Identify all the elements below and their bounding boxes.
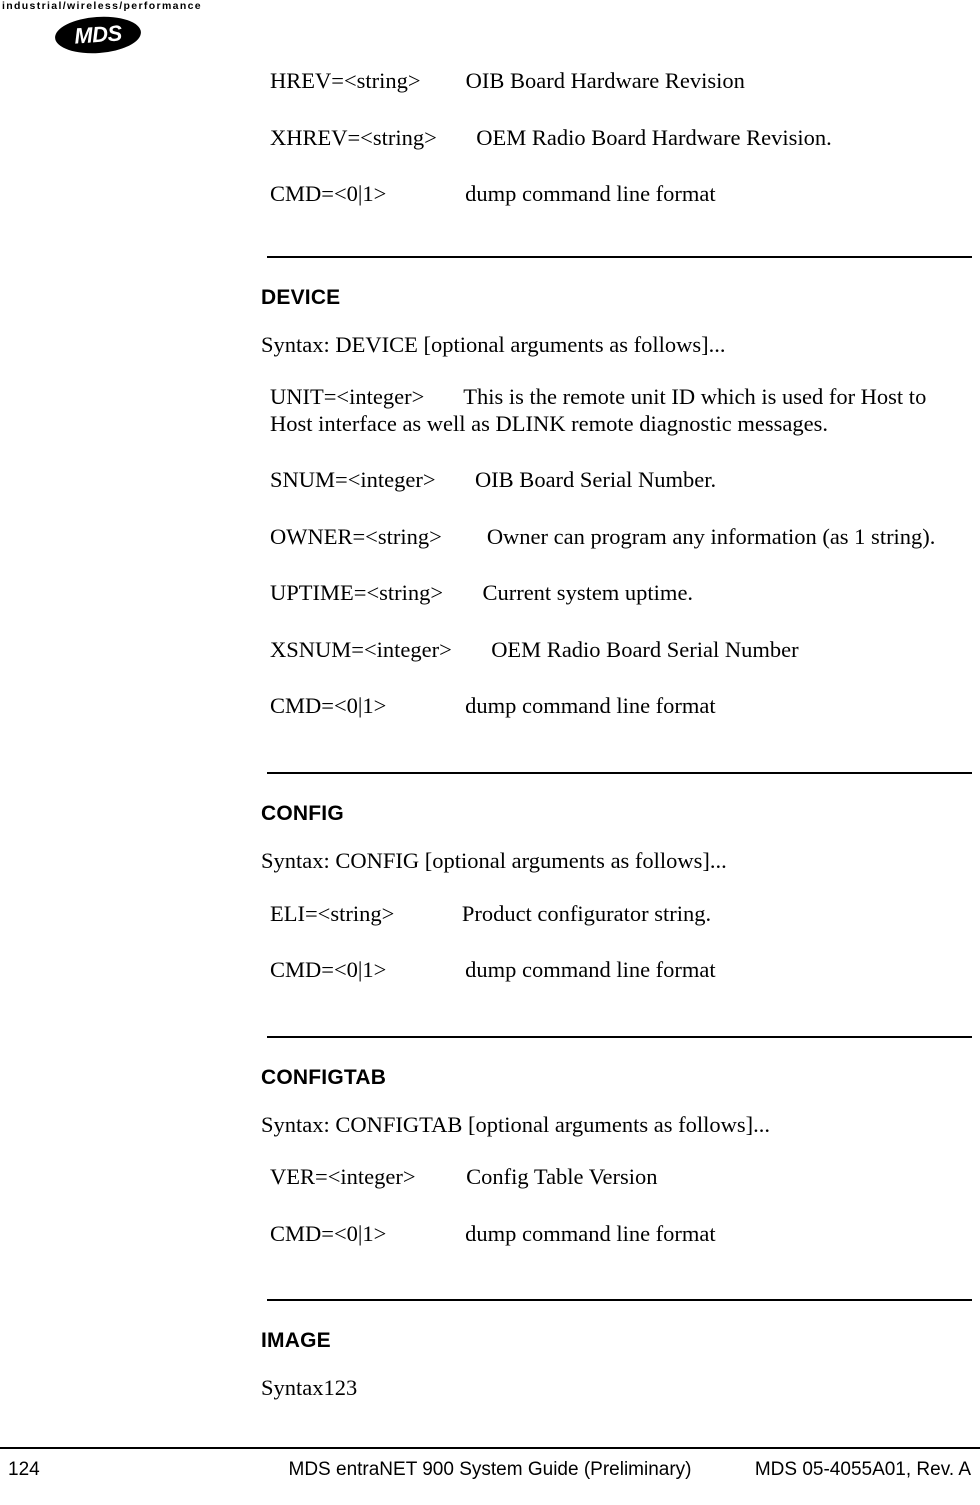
argument-line: UPTIME=<string> Current system uptime. <box>261 580 973 607</box>
section-heading: DEVICE <box>261 285 341 309</box>
page-header: industrial/wireless/performance MDS <box>0 0 250 60</box>
argument-description: Current system uptime. <box>482 580 694 606</box>
argument-description: OIB Board Hardware Revision <box>465 68 745 93</box>
argument-name: VER=<integer> <box>270 1164 416 1190</box>
page-content: HREV=<string> OIB Board Hardware Revisio… <box>261 0 973 1428</box>
argument-spacer <box>421 68 466 93</box>
argument-line: CMD=<0|1> dump command line format <box>261 181 973 208</box>
argument-description: dump command line format <box>465 1220 716 1246</box>
argument-name: SNUM=<integer> <box>270 467 436 493</box>
argument-name: CMD=<0|1> <box>270 181 387 207</box>
argument-spacer <box>386 693 465 718</box>
logo-text: MDS <box>73 20 123 49</box>
footer-document-number: MDS 05-4055A01, Rev. A <box>754 1459 971 1480</box>
argument-description: dump command line format <box>465 181 716 207</box>
argument-line: SNUM=<integer> OIB Board Serial Number. <box>261 467 973 494</box>
section-heading: CONFIG <box>261 802 344 826</box>
section-divider <box>267 1299 972 1302</box>
argument-line: UNIT=<integer> This is the remote unit I… <box>261 384 973 437</box>
argument-line: XSNUM=<integer> OEM Radio Board Serial N… <box>261 637 973 664</box>
syntax-line: Syntax: CONFIG [optional arguments as fo… <box>261 848 727 874</box>
argument-spacer <box>436 467 475 492</box>
argument-description: dump command line format <box>465 693 716 719</box>
argument-name: UNIT=<integer> <box>270 384 425 410</box>
argument-description: OEM Radio Board Hardware Revision. <box>476 124 832 150</box>
section-divider <box>267 772 972 775</box>
argument-line: HREV=<string> OIB Board Hardware Revisio… <box>261 68 973 95</box>
argument-name: CMD=<0|1> <box>270 693 387 719</box>
syntax-line: Syntax: DEVICE [optional arguments as fo… <box>261 331 726 357</box>
argument-name: XHREV=<string> <box>270 124 437 150</box>
section-divider <box>267 255 972 258</box>
argument-spacer <box>386 181 465 206</box>
footer-row: 124 MDS entraNET 900 System Guide (Preli… <box>0 1459 980 1493</box>
mds-logo: MDS <box>53 14 143 56</box>
section-divider <box>267 1035 972 1038</box>
section-heading: IMAGE <box>261 1329 331 1353</box>
argument-description: Product configurator string. <box>461 900 712 926</box>
argument-spacer <box>416 1164 467 1189</box>
argument-name: UPTIME=<string> <box>270 580 444 606</box>
argument-description: Owner can program any information (as 1 … <box>486 523 936 549</box>
argument-spacer <box>452 637 491 662</box>
argument-description: Config Table Version <box>466 1164 658 1190</box>
argument-name: HREV=<string> <box>270 68 421 93</box>
argument-spacer <box>424 384 463 409</box>
argument-name: CMD=<0|1> <box>270 957 387 983</box>
argument-description: OEM Radio Board Serial Number <box>491 636 799 662</box>
section-heading: CONFIGTAB <box>261 1065 387 1089</box>
argument-spacer <box>386 1221 465 1246</box>
argument-name: ELI=<string> <box>270 900 395 926</box>
argument-line: XHREV=<string> OEM Radio Board Hardware … <box>261 125 973 152</box>
argument-description: OIB Board Serial Number. <box>474 467 717 493</box>
argument-line: OWNER=<string> Owner can program any inf… <box>261 524 973 551</box>
argument-spacer <box>443 580 482 605</box>
argument-line: ELI=<string> Product configurator string… <box>261 901 973 928</box>
argument-spacer <box>442 524 487 549</box>
brand-tagline: industrial/wireless/performance <box>2 0 202 12</box>
syntax-line: Syntax123 <box>261 1375 358 1401</box>
argument-line: CMD=<0|1> dump command line format <box>261 1221 973 1248</box>
footer-divider <box>0 1447 980 1449</box>
argument-spacer <box>437 125 476 150</box>
argument-line: VER=<integer> Config Table Version <box>261 1164 973 1191</box>
argument-spacer <box>394 901 462 926</box>
argument-description: dump command line format <box>465 957 716 983</box>
argument-name: XSNUM=<integer> <box>270 636 452 662</box>
argument-spacer <box>386 957 465 982</box>
argument-line: CMD=<0|1> dump command line format <box>261 957 973 984</box>
argument-line: CMD=<0|1> dump command line format <box>261 693 973 720</box>
page-footer: 124 MDS entraNET 900 System Guide (Preli… <box>0 1447 980 1505</box>
syntax-line: Syntax: CONFIGTAB [optional arguments as… <box>261 1111 770 1137</box>
argument-name: CMD=<0|1> <box>270 1220 387 1246</box>
argument-name: OWNER=<string> <box>270 523 442 549</box>
